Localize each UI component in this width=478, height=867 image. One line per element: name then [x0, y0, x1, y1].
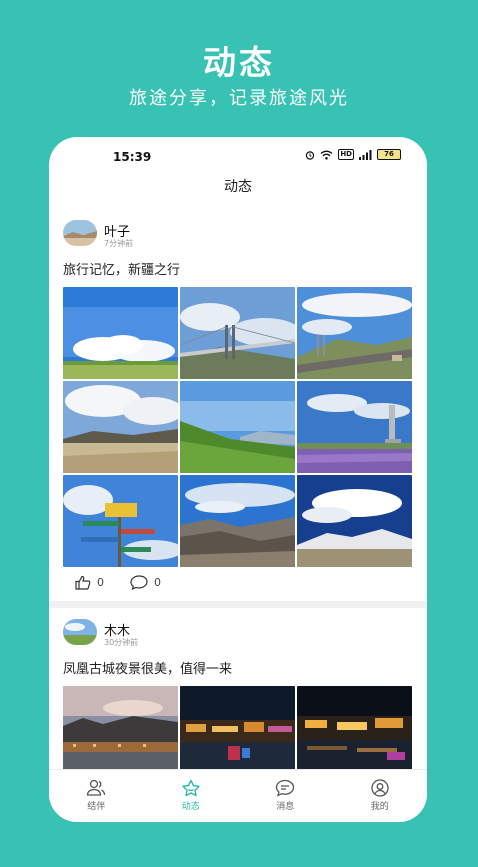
comment-icon — [130, 575, 148, 590]
post-actions: 0 0 — [63, 569, 413, 599]
moments-icon — [182, 779, 200, 797]
alarm-icon — [306, 150, 315, 160]
comment-count: 0 — [154, 576, 161, 589]
profile-icon — [371, 779, 389, 797]
tab-messages[interactable]: 消息 — [238, 770, 333, 822]
battery-icon: 76 — [377, 149, 401, 160]
like-button[interactable]: 0 — [75, 575, 104, 590]
post-text: 凤凰古城夜景很美，值得一来 — [63, 662, 233, 677]
hero-title: 动态 — [203, 43, 275, 82]
post-card[interactable]: 叶子 7分钟前 旅行记忆，新疆之行 0 0 — [49, 207, 427, 599]
thumbs-up-icon — [75, 575, 91, 590]
photo-thumbnail[interactable] — [297, 381, 412, 473]
tab-label: 我的 — [370, 802, 389, 812]
photo-thumbnail[interactable] — [297, 686, 412, 770]
moments-feed[interactable]: 叶子 7分钟前 旅行记忆，新疆之行 0 0 木木 30分钟前 凤凰古城夜景很美，… — [49, 207, 427, 770]
photo-thumbnail[interactable] — [297, 475, 412, 567]
avatar[interactable] — [63, 619, 97, 645]
status-bar: 15:39 HD 76 — [49, 137, 427, 175]
top-nav-bar: 动态 — [49, 175, 427, 208]
photo-thumbnail[interactable] — [63, 475, 178, 567]
tab-label: 结伴 — [87, 802, 106, 812]
photo-thumbnail[interactable] — [63, 287, 178, 379]
photo-thumbnail[interactable] — [180, 381, 295, 473]
photo-thumbnail[interactable] — [180, 686, 295, 770]
hero-subtitle: 旅途分享，记录旅途风光 — [129, 88, 349, 109]
photo-grid — [63, 686, 413, 770]
network-badge: HD — [338, 149, 354, 160]
post-header: 叶子 7分钟前 — [63, 207, 413, 251]
post-header: 木木 30分钟前 — [63, 608, 413, 652]
photo-thumbnail[interactable] — [180, 475, 295, 567]
tab-companions[interactable]: 结伴 — [49, 770, 144, 822]
post-time: 30分钟前 — [104, 638, 139, 647]
photo-thumbnail[interactable] — [63, 381, 178, 473]
post-divider — [49, 601, 427, 608]
page-title: 动态 — [224, 179, 252, 195]
signal-icon — [359, 149, 372, 160]
avatar[interactable] — [63, 220, 97, 246]
status-time: 15:39 — [113, 150, 152, 164]
phone-screen: 15:39 HD 76 动态 叶子 7分钟前 旅行记忆，新疆之行 0 0 木木 … — [49, 137, 427, 822]
message-icon — [276, 779, 295, 797]
status-icons: HD 76 — [305, 149, 401, 160]
like-count: 0 — [97, 576, 104, 589]
tab-label: 消息 — [276, 802, 295, 812]
photo-thumbnail[interactable] — [297, 287, 412, 379]
tab-label: 动态 — [181, 802, 200, 812]
comment-button[interactable]: 0 — [130, 575, 161, 590]
photo-thumbnail[interactable] — [63, 686, 178, 770]
post-card[interactable]: 木木 30分钟前 凤凰古城夜景很美，值得一来 — [49, 608, 427, 770]
post-text: 旅行记忆，新疆之行 — [63, 263, 181, 278]
photo-grid — [63, 287, 413, 567]
bottom-tab-bar: 结伴 动态 消息 我的 — [49, 769, 427, 822]
wifi-icon — [320, 150, 333, 160]
companions-icon — [87, 779, 106, 796]
post-time: 7分钟前 — [104, 239, 134, 248]
photo-thumbnail[interactable] — [180, 287, 295, 379]
tab-moments[interactable]: 动态 — [144, 770, 239, 822]
tab-profile[interactable]: 我的 — [333, 770, 428, 822]
